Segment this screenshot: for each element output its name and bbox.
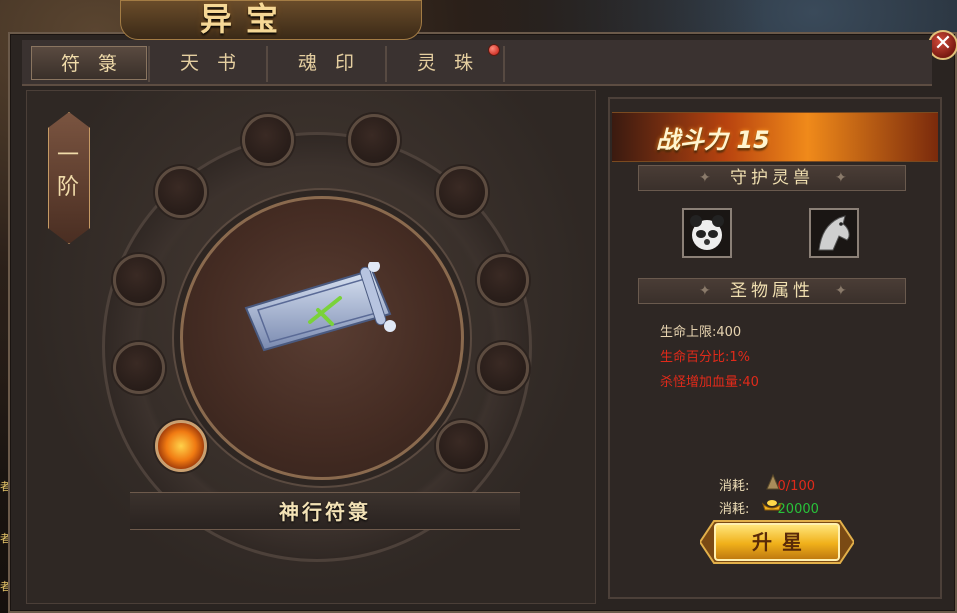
power-value: 15 bbox=[736, 126, 770, 154]
star-slot[interactable] bbox=[477, 254, 529, 306]
material-icon bbox=[766, 473, 780, 490]
cost-label: 消耗: bbox=[719, 502, 750, 517]
star-slot[interactable] bbox=[477, 342, 529, 394]
section-title: 守护灵兽 bbox=[730, 168, 814, 188]
cost-row-gold: 消耗: 20000 bbox=[719, 498, 819, 517]
attribute-section-header: ✦ 圣物属性 ✦ bbox=[638, 278, 906, 304]
sparkle-icon: ✦ bbox=[835, 283, 847, 299]
cost-row-material: 消耗: 0/100 bbox=[719, 473, 815, 494]
cost-value: 20000 bbox=[777, 502, 819, 517]
power-label: 战斗力 bbox=[656, 126, 728, 154]
attribute-hp-percent: 生命百分比:1% bbox=[660, 350, 751, 365]
attribute-kill-heal: 杀怪增加血量:40 bbox=[660, 375, 759, 390]
sparkle-icon: ✦ bbox=[699, 170, 711, 186]
section-title: 圣物属性 bbox=[730, 281, 814, 301]
star-slot[interactable] bbox=[155, 166, 207, 218]
cost-label: 消耗: bbox=[719, 479, 750, 494]
tab-heavenly-book[interactable]: 天书 bbox=[150, 46, 266, 80]
guardian-section-header: ✦ 守护灵兽 ✦ bbox=[638, 165, 906, 191]
star-slot[interactable] bbox=[348, 114, 400, 166]
cost-value: 0/100 bbox=[777, 479, 815, 494]
sparkle-icon: ✦ bbox=[835, 170, 847, 186]
notification-dot-icon bbox=[488, 44, 500, 56]
close-button[interactable]: ✕ bbox=[928, 30, 957, 60]
close-icon: ✕ bbox=[933, 31, 953, 56]
attribute-hp-max: 生命上限:400 bbox=[660, 325, 742, 340]
gold-ingot-icon bbox=[761, 500, 783, 511]
artifact-name: 神行符箓 bbox=[279, 500, 371, 524]
star-slot[interactable] bbox=[113, 342, 165, 394]
star-slot[interactable] bbox=[113, 254, 165, 306]
tab-divider bbox=[503, 46, 505, 82]
window-title: 异宝 bbox=[200, 0, 293, 38]
talisman-scroll-icon bbox=[244, 262, 396, 352]
tab-talisman[interactable]: 符箓 bbox=[31, 46, 147, 80]
panda-beast-icon[interactable] bbox=[682, 208, 732, 258]
tab-spirit-orb[interactable]: 灵珠 bbox=[387, 46, 503, 80]
rank-label: 一阶 bbox=[56, 143, 79, 200]
horse-beast-icon[interactable] bbox=[809, 208, 859, 258]
star-slot[interactable] bbox=[436, 166, 488, 218]
upgrade-star-button[interactable]: 升星 bbox=[714, 523, 840, 561]
tab-soul-seal[interactable]: 魂印 bbox=[268, 46, 384, 80]
star-slot[interactable] bbox=[242, 114, 294, 166]
star-slot[interactable] bbox=[436, 420, 488, 472]
star-slot-filled[interactable] bbox=[155, 420, 207, 472]
sparkle-icon: ✦ bbox=[699, 283, 711, 299]
combat-power: 战斗力 15 bbox=[656, 120, 770, 155]
